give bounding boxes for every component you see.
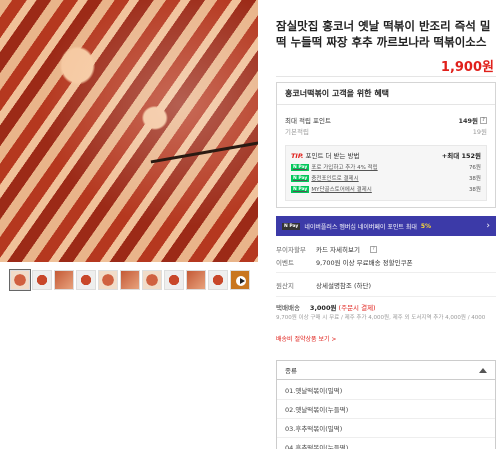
thumbnail[interactable] <box>164 270 184 290</box>
origin-key: 원산지 <box>276 282 294 290</box>
thumbnail[interactable] <box>208 270 228 290</box>
basic-points-label: 기본적립 <box>285 128 309 136</box>
caret-up-icon <box>479 367 487 373</box>
thumbnail[interactable] <box>76 270 96 290</box>
event-row: 이벤트 9,700원 이상 무료배송 정할인쿠폰 <box>276 257 413 267</box>
max-points-label: 최대 적립 포인트 <box>285 117 331 125</box>
event-value: 9,700원 이상 무료배송 정할인쿠폰 <box>316 259 413 267</box>
npay-badge: N Pay <box>291 163 310 171</box>
shipping-cond: (주문시 결제) <box>338 304 376 312</box>
npay-badge: N Pay <box>291 185 310 193</box>
tip-max: +최대 152원 <box>441 152 481 160</box>
banner-percent: 5% <box>420 222 432 230</box>
membership-banner[interactable]: N Pay 네이버플러스 멤버십 네이버페이 포인트 최대 5% › <box>276 216 496 236</box>
tip-item-label: 충전포인트로 결제시 <box>311 176 359 182</box>
option-list: 01.옛날떡볶이(밀떡) 02.옛날떡볶이(누들떡) 03.후추떡볶이(밀떡) … <box>276 380 496 449</box>
option-item[interactable]: 02.옛날떡볶이(누들떡) <box>277 399 495 418</box>
thumbnail[interactable] <box>98 270 118 290</box>
thumbnail[interactable] <box>120 270 140 290</box>
product-main-image[interactable] <box>0 0 258 262</box>
product-title: 잠실맛집 홍코너 옛날 떡볶이 반조리 즉석 밀떡 누들떡 짜장 후추 까르보나… <box>276 19 491 49</box>
max-points-value: 149원 <box>458 117 478 125</box>
npay-badge: N Pay <box>282 222 301 230</box>
product-price: 1,900원 <box>440 60 494 75</box>
image-gloss <box>0 0 258 262</box>
npay-badge: N Pay <box>291 174 310 182</box>
event-key: 이벤트 <box>276 259 294 267</box>
thumbnail[interactable] <box>54 270 74 290</box>
basic-points-value: 19원 <box>472 128 487 136</box>
divider <box>276 296 496 297</box>
tip-item[interactable]: N Pay MY단골스토어에서 결제시 38원 <box>291 185 481 193</box>
question-icon[interactable]: ? <box>480 116 487 124</box>
tip-text: 포인트 더 받는 방법 <box>305 152 360 160</box>
thumbnail[interactable] <box>186 270 206 290</box>
option-item[interactable]: 01.옛날떡볶이(밀떡) <box>277 380 495 399</box>
shipping-label: 택배배송 <box>276 304 300 312</box>
basic-points-row: 기본적립 19원 <box>285 126 487 136</box>
tip-item[interactable]: N Pay 충전포인트로 결제시 38원 <box>291 174 481 182</box>
shipping-row: 택배배송 3,000원 (주문시 결제) <box>276 302 376 312</box>
shipping-note: 9,700원 이상 구매 시 무료 / 제주 추가 4,000원, 제주 외 도… <box>276 315 486 321</box>
shipping-fee: 3,000원 <box>309 304 337 312</box>
thumbnail[interactable] <box>32 270 52 290</box>
max-points-row: 최대 적립 포인트 149원 ? <box>285 115 487 125</box>
tip-item-value: 38원 <box>468 187 481 193</box>
option-item[interactable]: 03.후추떡볶이(밀떡) <box>277 418 495 437</box>
chevron-right-icon: › <box>486 221 490 231</box>
tip-item-label: 포로 가입하고 추가 4% 적립 <box>311 165 378 171</box>
shipping-saver-link[interactable]: 배송비 절약상품 보기 > <box>276 334 336 343</box>
installment-row: 무이자할부 카드 자세히보기 ? <box>276 244 377 254</box>
option-select[interactable]: 종류 <box>276 360 496 380</box>
tip-item-value: 38원 <box>468 176 481 182</box>
divider <box>276 272 496 273</box>
tip-item-label: MY단골스토어에서 결제시 <box>311 187 372 193</box>
thumbnail[interactable] <box>142 270 162 290</box>
tip-box: TIP. 포인트 더 받는 방법 +최대 152원 N Pay 포로 가입하고 … <box>285 145 487 201</box>
tip-label: TIP. <box>291 152 304 160</box>
installment-link[interactable]: 카드 자세히보기 <box>316 244 360 254</box>
question-icon[interactable]: ? <box>369 245 377 253</box>
benefit-box: 홍코너떡볶이 고객을 위한 혜택 최대 적립 포인트 149원 ? 기본적립 1… <box>276 82 496 208</box>
installment-key: 무이자할부 <box>276 246 306 254</box>
thumbnail[interactable] <box>9 269 31 291</box>
option-select-label: 종류 <box>285 367 297 375</box>
play-icon[interactable] <box>230 270 250 290</box>
origin-value: 상세설명참조 (하단) <box>316 282 371 290</box>
thumbnail-strip <box>9 269 250 292</box>
divider <box>276 76 496 77</box>
origin-row: 원산지 상세설명참조 (하단) <box>276 280 371 290</box>
banner-text: 네이버플러스 멤버십 네이버페이 포인트 최대 <box>304 223 417 231</box>
tip-item[interactable]: N Pay 포로 가입하고 추가 4% 적립 76원 <box>291 163 481 171</box>
option-item[interactable]: 04.후추떡볶이(누들떡) <box>277 437 495 449</box>
tip-item-value: 76원 <box>468 165 481 171</box>
benefit-heading: 홍코너떡볶이 고객을 위한 혜택 <box>277 83 495 105</box>
